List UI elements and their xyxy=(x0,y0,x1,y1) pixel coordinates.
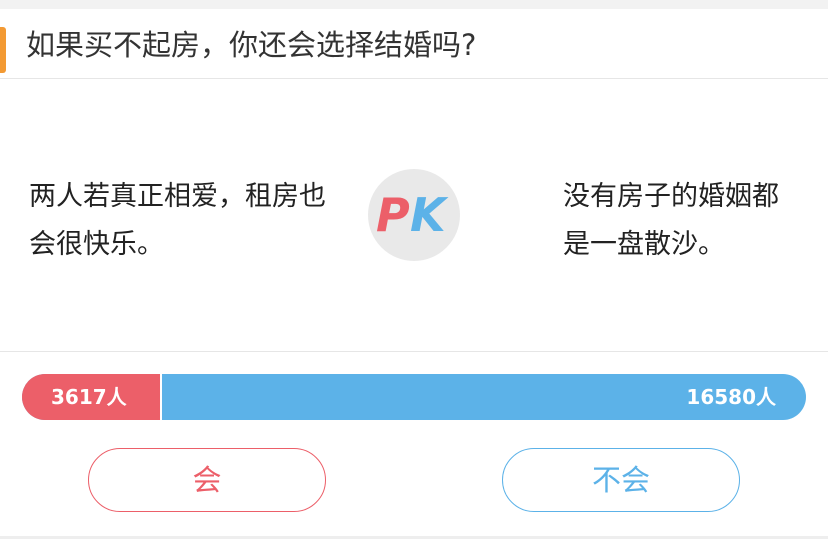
question-accent-marker xyxy=(0,27,6,73)
vote-no-button[interactable]: 不会 xyxy=(502,448,740,512)
pk-badge-icon: P K xyxy=(368,169,460,261)
vote-progress-bar: 3617人 16580人 xyxy=(22,374,806,420)
left-opinion-text: 两人若真正相爱，租房也会很快乐。 xyxy=(29,181,326,260)
vote-yes-button[interactable]: 会 xyxy=(88,448,326,512)
pk-logo: P K xyxy=(376,188,449,242)
pk-badge-k: K xyxy=(410,188,449,242)
top-strip xyxy=(0,0,828,9)
question-title: 如果买不起房，你还会选择结婚吗? xyxy=(26,28,477,62)
question-header: 如果买不起房，你还会选择结婚吗? xyxy=(0,9,828,79)
pro-vote-count: 3617人 xyxy=(51,385,127,409)
pk-debate-panel: 两人若真正相爱，租房也会很快乐。 P K 没有房子的婚姻都是一盘散沙。 xyxy=(0,80,828,352)
pk-badge-p: P xyxy=(376,188,410,242)
right-opinion-text: 没有房子的婚姻都是一盘散沙。 xyxy=(563,181,779,260)
con-vote-count: 16580人 xyxy=(686,385,776,409)
